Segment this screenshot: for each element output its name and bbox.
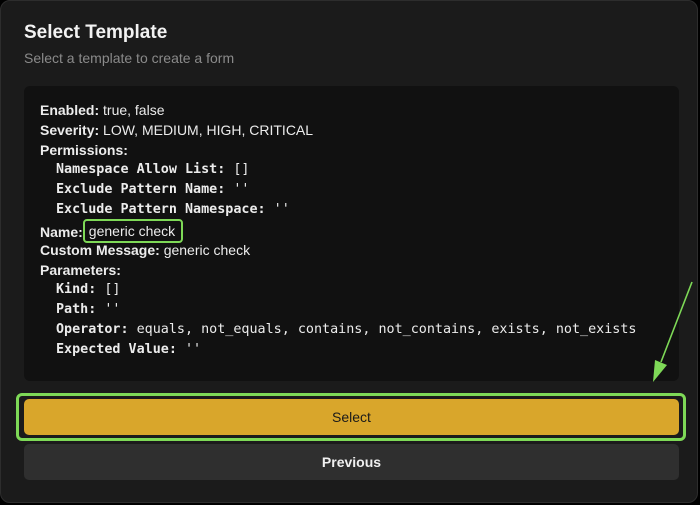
field-value: [] <box>104 282 121 297</box>
field-custom-message: Custom Message: generic check <box>40 240 679 260</box>
previous-button[interactable]: Previous <box>24 444 679 480</box>
select-template-dialog: Select Template Select a template to cre… <box>0 0 698 503</box>
field-value: generic check <box>163 242 251 258</box>
field-severity: Severity: LOW, MEDIUM, HIGH, CRITICAL <box>40 120 679 140</box>
field-parameters: Parameters: <box>40 260 679 280</box>
field-key: Permissions: <box>40 142 128 158</box>
field-key: Exclude Pattern Namespace: <box>56 202 266 217</box>
field-expected-value: Expected Value: '' <box>40 340 679 360</box>
dialog-title: Select Template <box>24 22 168 43</box>
field-key: Severity: <box>40 122 100 138</box>
field-key: Exclude Pattern Name: <box>56 182 226 197</box>
field-key: Kind: <box>56 282 97 297</box>
field-key: Name: <box>40 224 83 240</box>
field-kind: Kind: [] <box>40 280 679 300</box>
field-key: Enabled: <box>40 102 100 118</box>
field-key: Namespace Allow List: <box>56 162 226 177</box>
template-preview: Enabled: true, false Severity: LOW, MEDI… <box>24 86 679 381</box>
field-exclude-pattern-name: Exclude Pattern Name: '' <box>40 180 679 200</box>
field-key: Operator: <box>56 322 129 337</box>
dialog-subtitle: Select a template to create a form <box>24 50 235 66</box>
field-value: equals, not_equals, contains, not_contai… <box>136 322 637 337</box>
field-value: '' <box>273 202 290 217</box>
field-key: Path: <box>56 302 97 317</box>
field-path: Path: '' <box>40 300 679 320</box>
field-key: Parameters: <box>40 262 121 278</box>
field-operator: Operator: equals, not_equals, contains, … <box>40 320 679 340</box>
field-value: LOW, MEDIUM, HIGH, CRITICAL <box>103 122 314 138</box>
field-value: true, false <box>103 102 165 118</box>
field-namespace-allow-list: Namespace Allow List: [] <box>40 160 679 180</box>
field-name: Name: generic check <box>40 219 679 243</box>
field-key: Custom Message: <box>40 242 160 258</box>
select-button[interactable]: Select <box>24 399 679 435</box>
field-value: '' <box>104 302 121 317</box>
field-exclude-pattern-namespace: Exclude Pattern Namespace: '' <box>40 200 679 220</box>
field-enabled: Enabled: true, false <box>40 100 679 120</box>
field-value: '' <box>233 182 250 197</box>
field-permissions: Permissions: <box>40 140 679 160</box>
field-key: Expected Value: <box>56 342 177 357</box>
field-value: '' <box>185 342 202 357</box>
field-value: [] <box>233 162 250 177</box>
